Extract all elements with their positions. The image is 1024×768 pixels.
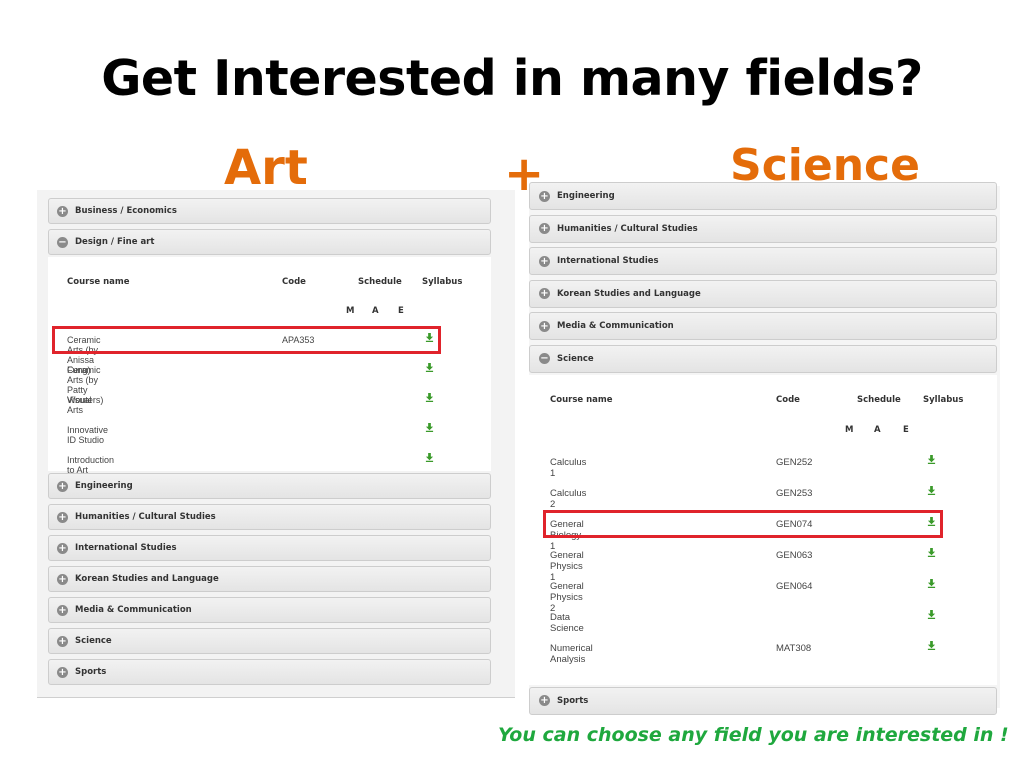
schedule-sub-header: A [874, 424, 881, 435]
course-table: Course name Code Schedule Syllabus M A E Cerami… [48, 257, 491, 475]
accordion-label: Media & Communication [75, 605, 192, 615]
accordion-label: Engineering [75, 481, 133, 491]
course-name-cell: Numerical Analysis [550, 642, 593, 665]
accordion-label: Sports [557, 695, 589, 706]
accordion-label: Design / Fine art [75, 237, 155, 247]
highlight-box [543, 509, 943, 538]
accordion-label: Science [557, 353, 594, 364]
expand-icon: + [539, 255, 550, 267]
download-icon[interactable] [927, 547, 936, 557]
schedule-sub-header: E [398, 306, 404, 316]
course-name-cell: General Physics 1 [550, 549, 584, 583]
accordion-label: Humanities / Cultural Studies [557, 223, 698, 234]
expand-icon: + [539, 695, 550, 706]
accordion-label: International Studies [75, 543, 177, 553]
schedule-sub-header: A [372, 306, 379, 316]
course-name-cell: Data Science [550, 611, 584, 634]
accordion-label: Business / Economics [75, 206, 177, 216]
download-icon[interactable] [927, 640, 936, 650]
accordion-design-fine-art[interactable]: − Design / Fine art [48, 229, 491, 255]
download-icon[interactable] [927, 578, 936, 588]
course-code-cell: GEN064 [776, 580, 813, 592]
code-header: Code [776, 394, 800, 405]
course-code-cell: MAT308 [776, 642, 812, 654]
accordion-media-communication[interactable]: + Media & Communication [48, 597, 491, 623]
accordion-label: International Studies [557, 256, 659, 266]
course-name-cell: Calculus 2 [550, 487, 587, 510]
accordion-international-studies[interactable]: + International Studies [529, 247, 997, 275]
accordion-international-studies[interactable]: + International Studies [48, 535, 491, 561]
course-name-cell: General Physics 2 [550, 580, 584, 614]
collapse-icon: − [539, 353, 550, 364]
accordion-science[interactable]: + Science [48, 628, 491, 654]
footer-note: You can choose any field you are interes… [498, 724, 1009, 746]
course-name-header: Course name [67, 277, 130, 287]
accordion-media-communication[interactable]: + Media & Communication [529, 312, 997, 340]
expand-icon: + [57, 511, 68, 523]
art-course-panel: + Business / Economics − Design / Fine art C… [37, 190, 515, 698]
accordion-label: Engineering [557, 191, 615, 201]
download-icon[interactable] [927, 485, 936, 495]
accordion-label: Korean Studies and Language [557, 288, 701, 299]
accordion-humanities-cultural-studies[interactable]: + Humanities / Cultural Studies [48, 504, 491, 530]
syllabus-header: Syllabus [422, 277, 463, 287]
expand-icon: + [539, 320, 550, 332]
course-name-cell: Introduction to Art [67, 455, 115, 475]
course-code-cell: GEN063 [776, 549, 813, 561]
expand-icon: + [57, 666, 68, 678]
course-name-cell: Innovative ID Studio [67, 425, 109, 445]
course-table: Course name Code Schedule Syllabus M A E Calcul… [529, 374, 997, 685]
accordion-science[interactable]: − Science [529, 344, 997, 373]
expand-icon: + [57, 480, 68, 492]
expand-icon: + [539, 223, 550, 234]
accordion-engineering[interactable]: + Engineering [48, 473, 491, 499]
course-name-cell: Visual Arts [67, 395, 92, 415]
accordion-sports[interactable]: + Sports [48, 659, 491, 685]
accordion-korean-studies-and-language[interactable]: + Korean Studies and Language [48, 566, 491, 592]
science-course-panel: + Engineering + Humanities / Cultural Studi… [529, 182, 1000, 715]
art-label: Art [224, 140, 308, 196]
expand-icon: + [57, 573, 68, 585]
schedule-sub-header: M [346, 306, 355, 316]
expand-icon: + [539, 190, 550, 202]
download-icon[interactable] [425, 453, 434, 462]
course-code-cell: GEN253 [776, 487, 813, 499]
course-code-cell: GEN252 [776, 456, 813, 468]
accordion-label: Korean Studies and Language [75, 574, 219, 584]
accordion-engineering[interactable]: + Engineering [529, 182, 997, 210]
course-name-header: Course name [550, 394, 613, 405]
course-name-cell: Calculus 1 [550, 456, 587, 479]
download-icon[interactable] [425, 363, 434, 372]
expand-icon: + [57, 542, 68, 554]
accordion-label: Sports [75, 667, 107, 677]
expand-icon: + [57, 604, 68, 616]
schedule-sub-header: E [903, 424, 909, 435]
slide-title: Get Interested in many fields? [101, 50, 923, 107]
download-icon[interactable] [927, 609, 936, 619]
highlight-box [52, 326, 441, 354]
accordion-humanities-cultural-studies[interactable]: + Humanities / Cultural Studies [529, 214, 997, 243]
download-icon[interactable] [425, 393, 434, 402]
expand-icon: + [57, 205, 68, 217]
collapse-icon: − [57, 236, 68, 248]
accordion-label: Humanities / Cultural Studies [75, 512, 216, 522]
download-icon[interactable] [425, 423, 434, 432]
code-header: Code [282, 277, 306, 287]
accordion-business-economics[interactable]: + Business / Economics [48, 198, 491, 224]
accordion-label: Science [75, 636, 112, 646]
accordion-label: Media & Communication [557, 321, 674, 331]
accordion-korean-studies-and-language[interactable]: + Korean Studies and Language [529, 279, 997, 308]
accordion-sports[interactable]: + Sports [529, 686, 997, 715]
syllabus-header: Syllabus [923, 394, 964, 405]
expand-icon: + [57, 635, 68, 647]
schedule-header: Schedule [358, 277, 402, 287]
schedule-sub-header: M [845, 424, 854, 435]
schedule-header: Schedule [857, 394, 901, 405]
download-icon[interactable] [927, 454, 936, 464]
expand-icon: + [539, 288, 550, 299]
